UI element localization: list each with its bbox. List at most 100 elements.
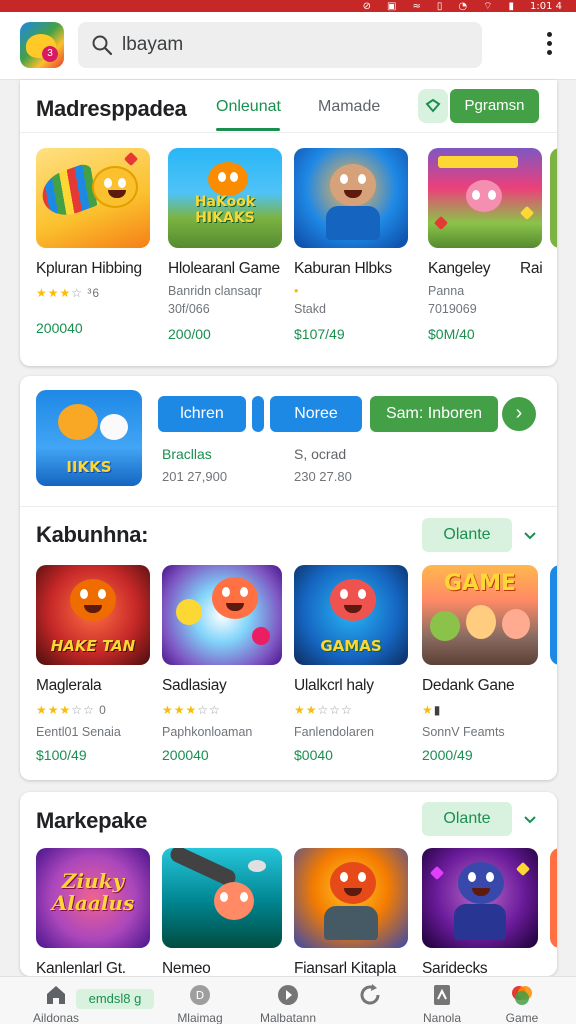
app-name: Rai bbox=[520, 260, 543, 277]
app-name: Ulalkcrl haly bbox=[294, 677, 374, 694]
book-icon bbox=[434, 985, 450, 1005]
featured-meta-value: 230 27.80 bbox=[294, 469, 352, 484]
app-tile[interactable]: GAMAS Ulalkcrl haly ★★☆☆☆ Fanlendolaren … bbox=[294, 565, 408, 763]
app-thumbnail: HAKE TAN bbox=[36, 565, 150, 665]
app-thumbnail: Ziuky Alaalus bbox=[36, 848, 150, 948]
play-icon bbox=[278, 985, 298, 1005]
app-subtitle: Banridn clansaqr bbox=[168, 284, 262, 298]
nav-chip[interactable]: emdsl8 g bbox=[76, 989, 154, 1009]
app-tile[interactable]: Saridecks bbox=[422, 848, 538, 976]
notification-icon: ▣ bbox=[386, 0, 397, 12]
nav-item-game[interactable]: Game bbox=[474, 977, 570, 1024]
app-name: Saridecks bbox=[422, 960, 488, 976]
app-subtitle: Panna bbox=[428, 284, 465, 298]
mute-icon: ⊘ bbox=[362, 0, 371, 12]
star-rating: ★★★☆☆ bbox=[162, 703, 221, 717]
search-input[interactable]: lbayam bbox=[122, 34, 183, 56]
nav-label: Aildonas bbox=[32, 1011, 80, 1024]
section-card-top: Madresppadea Onleunat Mamade Pgramsn Kpl… bbox=[20, 80, 557, 366]
app-tile[interactable]: GAME Dedank Gane ★▮ SonnV Feamts 2000/49 bbox=[422, 565, 538, 763]
shield-button[interactable] bbox=[418, 89, 448, 123]
app-downloads: 7019069 bbox=[428, 302, 477, 316]
divider bbox=[20, 132, 557, 133]
app-subtitle: Paphkonloaman bbox=[162, 725, 253, 739]
app-tile-partial[interactable]: Rai bbox=[520, 148, 557, 278]
app-tile[interactable]: Kangeley Panna 7019069 $0M/40 bbox=[428, 148, 542, 342]
app-tile[interactable]: Kaburan Hlbks • Stakd $107/49 bbox=[294, 148, 408, 342]
app-thumbnail bbox=[422, 848, 538, 948]
section-title: Madresppadea bbox=[36, 96, 187, 121]
app-tile-partial[interactable] bbox=[550, 565, 557, 665]
app-thumbnail: GAMAS bbox=[294, 565, 408, 665]
app-tile-partial[interactable] bbox=[550, 848, 557, 948]
chevron-right-icon[interactable]: › bbox=[502, 397, 536, 431]
featured-meta-label: S, ocrad bbox=[294, 446, 347, 462]
app-tile[interactable]: Sadlasiay ★★★☆☆ Paphkonloaman 200040 bbox=[162, 565, 282, 763]
app-name: Hlolearanl Game bbox=[168, 260, 280, 277]
app-thumbnail bbox=[428, 148, 542, 248]
more-options-icon[interactable] bbox=[544, 32, 554, 58]
section-card-bottom: Markepake Olante Ziuky Alaalus Kanlenlar… bbox=[20, 792, 557, 976]
section-title: Kabunhna: bbox=[36, 522, 149, 547]
app-thumbnail bbox=[36, 148, 150, 248]
app-tile[interactable]: Nemeo bbox=[162, 848, 282, 976]
star-rating: ★★★☆☆ 0 bbox=[36, 703, 107, 717]
app-price: $100/49 bbox=[36, 747, 87, 763]
app-name: Nemeo bbox=[162, 960, 211, 976]
section-title: Markepake bbox=[36, 808, 148, 833]
app-tile[interactable]: HaKook HIKAKS Hlolearanl Game Banridn cl… bbox=[168, 148, 282, 342]
tab-active[interactable]: Onleunat bbox=[216, 98, 281, 116]
app-price: $0M/40 bbox=[428, 326, 475, 342]
app-downloads: Stakd bbox=[294, 302, 326, 316]
app-name: Dedank Gane bbox=[422, 677, 515, 694]
featured-install-button[interactable]: Sam: Inboren bbox=[370, 396, 498, 432]
app-thumbnail bbox=[294, 148, 408, 248]
home-icon bbox=[47, 986, 65, 1004]
app-thumbnail bbox=[294, 848, 408, 948]
wifi-icon: ⌔ bbox=[483, 0, 493, 12]
search-bar[interactable]: lbayam bbox=[78, 22, 482, 68]
game-icon bbox=[512, 986, 532, 1005]
star-rating: ★★☆☆☆ bbox=[294, 703, 353, 717]
store-logo-icon[interactable]: 3 bbox=[20, 22, 64, 68]
app-name: Sadlasiay bbox=[162, 677, 227, 694]
app-price: 2000/49 bbox=[422, 747, 473, 763]
alarm-icon: ◔ bbox=[458, 0, 468, 12]
app-tile[interactable]: HAKE TAN Maglerala ★★★☆☆ 0 Eentl01 Senai… bbox=[36, 565, 150, 763]
app-thumbnail bbox=[162, 848, 282, 948]
featured-separator-button[interactable] bbox=[252, 396, 264, 432]
battery-icon: ▯ bbox=[436, 0, 443, 12]
app-tile[interactable]: Fiansarl Kitapla bbox=[294, 848, 408, 976]
search-icon bbox=[92, 35, 113, 56]
app-name: Kaburan Hlbks bbox=[294, 260, 392, 277]
star-rating: ★★★☆ ³6 bbox=[36, 286, 101, 300]
primary-button[interactable]: Pgramsn bbox=[450, 89, 539, 123]
app-thumbnail: GAME bbox=[422, 565, 538, 665]
app-name: Fiansarl Kitapla bbox=[294, 960, 397, 976]
app-tile[interactable]: Kpluran Hibbing ★★★☆ ³6 200040 bbox=[36, 148, 150, 336]
see-more-button[interactable]: Olante bbox=[422, 802, 512, 836]
featured-action-button-1[interactable]: lchren bbox=[158, 396, 246, 432]
status-bar: ⊘ ▣ ≈ ▯ ◔ ⌔ ▮ 1:01 4 bbox=[0, 0, 576, 12]
shield-icon bbox=[425, 98, 441, 113]
see-more-button[interactable]: Olante bbox=[422, 518, 512, 552]
app-subtitle: • bbox=[294, 284, 299, 298]
app-name: Kpluran Hibbing bbox=[36, 260, 142, 277]
section-card-featured: IIKKS lchren Noree Sam: Inboren › Bracll… bbox=[20, 376, 557, 780]
featured-meta-label: Bracllas bbox=[162, 446, 212, 462]
featured-meta-value: 201 27,900 bbox=[162, 469, 228, 484]
featured-thumbnail[interactable]: IIKKS bbox=[36, 390, 142, 486]
app-name: Kanlenlarl Gt. bbox=[36, 960, 126, 976]
app-downloads: 30f/066 bbox=[168, 302, 210, 316]
nav-label: Mlaimag bbox=[177, 1011, 223, 1024]
chevron-down-icon[interactable] bbox=[522, 811, 538, 827]
app-price: 200040 bbox=[162, 747, 209, 763]
bottom-navigation: Aildonas emdsl8 g D Mlaimag Malbatann Na… bbox=[0, 976, 576, 1024]
sync-icon: ≈ bbox=[412, 0, 421, 12]
app-price: $107/49 bbox=[294, 326, 345, 342]
tab-inactive[interactable]: Mamade bbox=[318, 98, 380, 116]
chevron-down-icon[interactable] bbox=[522, 527, 538, 543]
featured-action-button-2[interactable]: Noree bbox=[270, 396, 362, 432]
app-tile[interactable]: Ziuky Alaalus Kanlenlarl Gt. bbox=[36, 848, 150, 976]
nav-item-disc[interactable]: D Mlaimag bbox=[152, 977, 248, 1024]
